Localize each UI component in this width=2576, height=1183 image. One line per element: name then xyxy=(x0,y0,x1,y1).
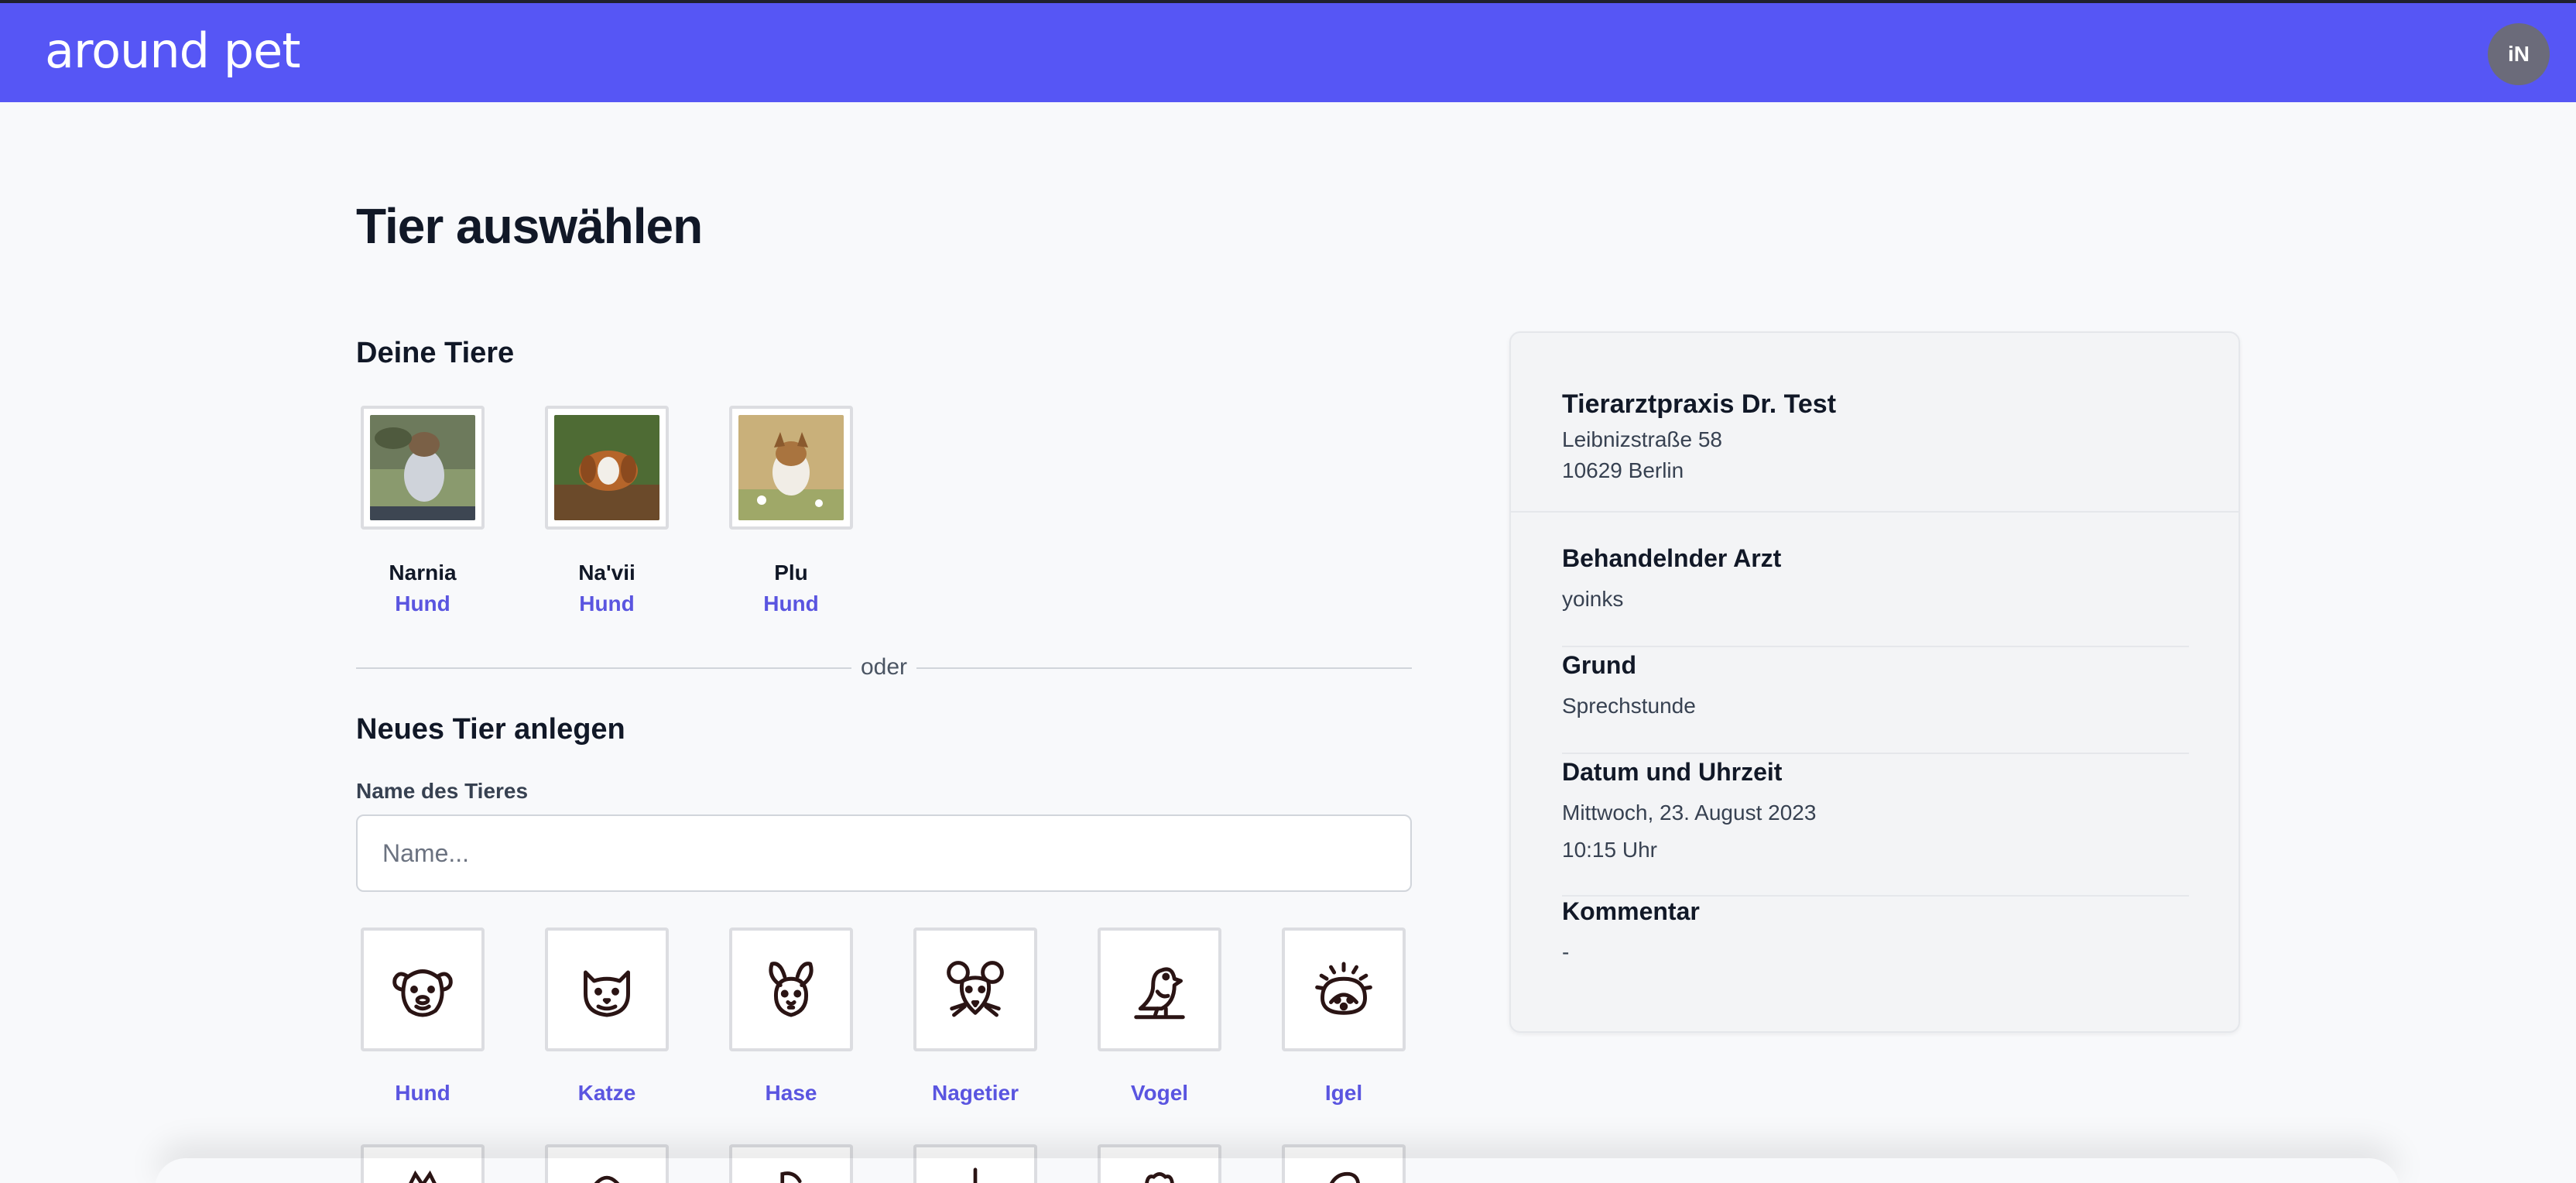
section-divider xyxy=(1562,646,2189,647)
pet-species: Hund xyxy=(763,592,819,616)
pet-name: Plu xyxy=(774,561,808,585)
hedgehog-icon xyxy=(1315,962,1372,1015)
pet-species: Hund xyxy=(579,592,635,616)
reason-value: Sprechstunde xyxy=(1562,694,1696,718)
dog-photo-icon xyxy=(738,415,844,520)
species-tile[interactable] xyxy=(1282,928,1406,1051)
dog-photo-icon xyxy=(554,415,659,520)
species-label: Katze xyxy=(577,1081,636,1105)
doctor-section: Behandelnder Arzt yoinks xyxy=(1562,542,2189,647)
pet-thumbnail[interactable] xyxy=(361,406,485,530)
pet-thumbnail[interactable] xyxy=(729,406,853,530)
species-label: Hase xyxy=(765,1081,817,1105)
species-tile[interactable] xyxy=(913,928,1037,1051)
app-logo[interactable]: around pet xyxy=(45,22,301,81)
species-tile[interactable] xyxy=(545,928,669,1051)
user-avatar[interactable]: iN xyxy=(2488,23,2550,85)
pet-species: Hund xyxy=(395,592,450,616)
datetime-section: Datum und Uhrzeit Mittwoch, 23. August 2… xyxy=(1562,756,2189,897)
pet-name-input[interactable] xyxy=(356,814,1412,892)
pet-card-narnia[interactable]: Narnia Hund xyxy=(361,406,485,618)
practice-header: Tierarztpraxis Dr. Test Leibnizstraße 58… xyxy=(1511,333,2239,513)
reason-section: Grund Sprechstunde xyxy=(1562,649,2189,754)
pet-card-plu[interactable]: Plu Hund xyxy=(729,406,853,618)
species-option-cat[interactable]: Katze xyxy=(545,928,669,1107)
rabbit-icon xyxy=(769,962,814,1017)
pet-card-navii[interactable]: Na'vii Hund xyxy=(545,406,669,618)
pet-name: Narnia xyxy=(389,561,457,585)
species-label: Nagetier xyxy=(931,1081,1019,1105)
bird-icon xyxy=(1134,967,1185,1020)
date-value: Mittwoch, 23. August 2023 xyxy=(1562,801,1817,825)
pet-name: Na'vii xyxy=(578,561,635,585)
species-tile[interactable] xyxy=(361,928,485,1051)
datetime-label: Datum und Uhrzeit xyxy=(1562,758,1783,786)
species-label: Hund xyxy=(395,1081,450,1105)
practice-street: Leibnizstraße 58 xyxy=(1562,427,1723,451)
species-label: Igel xyxy=(1324,1081,1363,1105)
dog-photo-icon xyxy=(370,415,475,520)
doctor-value: yoinks xyxy=(1562,587,1624,611)
comment-label: Kommentar xyxy=(1562,897,1700,925)
species-option-rabbit[interactable]: Hase xyxy=(729,928,853,1107)
pet-thumbnail[interactable] xyxy=(545,406,669,530)
doctor-label: Behandelnder Arzt xyxy=(1562,544,1782,572)
your-pets-title: Deine Tiere xyxy=(356,337,515,369)
comment-section: Kommentar - xyxy=(1562,895,2189,966)
new-pet-title: Neues Tier anlegen xyxy=(356,713,625,746)
section-divider xyxy=(1562,753,2189,754)
appointment-summary-card: Tierarztpraxis Dr. Test Leibnizstraße 58… xyxy=(1509,331,2240,1033)
species-option-bird[interactable]: Vogel xyxy=(1098,928,1221,1107)
rodent-icon xyxy=(947,961,1004,1017)
dog-icon xyxy=(392,969,453,1017)
species-tile[interactable] xyxy=(729,928,853,1051)
comment-value: - xyxy=(1562,940,1570,964)
practice-name: Tierarztpraxis Dr. Test xyxy=(1562,389,1837,419)
reason-label: Grund xyxy=(1562,651,1636,679)
pet-name-label: Name des Tieres xyxy=(356,779,529,803)
species-option-dog[interactable]: Hund xyxy=(361,928,485,1107)
page-title: Tier auswählen xyxy=(356,198,703,254)
divider-label: oder xyxy=(851,652,916,683)
app-header: around pet iN xyxy=(0,3,2576,102)
species-label: Vogel xyxy=(1130,1081,1189,1105)
species-option-rodent[interactable]: Nagetier xyxy=(913,928,1037,1107)
practice-city: 10629 Berlin xyxy=(1562,458,1684,482)
time-value: 10:15 Uhr xyxy=(1562,838,1657,862)
cat-icon xyxy=(584,970,630,1017)
species-tile[interactable] xyxy=(1098,928,1221,1051)
species-option-hedgehog[interactable]: Igel xyxy=(1282,928,1406,1107)
bottom-panel-shadow xyxy=(155,1158,2400,1183)
